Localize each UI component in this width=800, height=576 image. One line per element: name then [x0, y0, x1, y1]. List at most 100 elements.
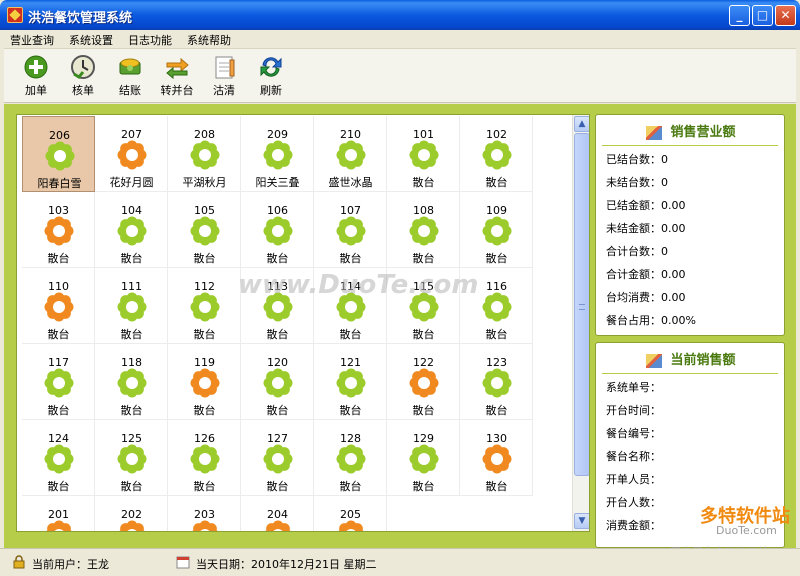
- dining-table-119[interactable]: 119 散台: [168, 344, 241, 420]
- row-label: 开台人数：: [606, 496, 661, 509]
- row-value: 0: [661, 176, 668, 189]
- close-button[interactable]: ✕: [775, 5, 796, 26]
- dining-table-122[interactable]: 122 散台: [387, 344, 460, 420]
- dining-table-121[interactable]: 121 散台: [314, 344, 387, 420]
- dining-table-107[interactable]: 107 散台: [314, 192, 387, 268]
- dining-table-103[interactable]: 103 散台: [22, 192, 95, 268]
- vertical-scrollbar[interactable]: ▲ ▼: [572, 115, 589, 531]
- transfer-table-button[interactable]: 转并台: [155, 52, 199, 100]
- dining-table-204[interactable]: 204: [241, 496, 314, 531]
- dining-table-127[interactable]: 127 散台: [241, 420, 314, 496]
- row-label: 消费金额：: [606, 519, 661, 532]
- add-order-button[interactable]: 加单: [14, 52, 58, 100]
- dining-table-111[interactable]: 111 散台: [95, 268, 168, 344]
- pencil-note-icon: [646, 125, 663, 140]
- dining-table-125[interactable]: 125 散台: [95, 420, 168, 496]
- dining-table-129[interactable]: 129 散台: [387, 420, 460, 496]
- dining-table-104[interactable]: 104 散台: [95, 192, 168, 268]
- table-status-flower-icon: [263, 216, 293, 246]
- dining-table-130[interactable]: 130 散台: [460, 420, 533, 496]
- dining-table-105[interactable]: 105 散台: [168, 192, 241, 268]
- sold-out-button[interactable]: 沽清: [202, 52, 246, 100]
- window-title: 洪浩餐饮管理系统: [28, 11, 133, 26]
- dining-table-101[interactable]: 101 散台: [387, 116, 460, 192]
- table-name: 散台: [412, 176, 435, 189]
- table-status-flower-icon: [263, 140, 293, 170]
- add-order-label: 加单: [25, 84, 47, 97]
- table-status-flower-icon: [190, 292, 220, 322]
- checkout-button[interactable]: 结账: [108, 52, 152, 100]
- dining-table-210[interactable]: 210 盛世冰晶: [314, 116, 387, 192]
- row-label: 未结金额：: [606, 222, 661, 235]
- row-label: 系统单号：: [606, 381, 661, 394]
- menu-business-query[interactable]: 营业查询: [10, 32, 54, 48]
- sales-summary-row: 餐台占用：0.00%: [606, 312, 696, 328]
- table-status-flower-icon: [336, 140, 366, 170]
- dining-table-202[interactable]: 202: [95, 496, 168, 531]
- dining-table-128[interactable]: 128 散台: [314, 420, 387, 496]
- dining-table-201[interactable]: 201: [22, 496, 95, 531]
- table-name: 散台: [120, 328, 143, 341]
- dining-table-118[interactable]: 118 散台: [95, 344, 168, 420]
- row-value: 0.00%: [661, 314, 696, 327]
- table-name: 散台: [266, 328, 289, 341]
- table-name: 散台: [339, 328, 362, 341]
- dining-table-208[interactable]: 208 平湖秋月: [168, 116, 241, 192]
- table-status-flower-icon: [117, 140, 147, 170]
- dining-table-124[interactable]: 124 散台: [22, 420, 95, 496]
- dining-table-209[interactable]: 209 阳关三叠: [241, 116, 314, 192]
- divider: [602, 145, 778, 146]
- dining-table-207[interactable]: 207 花好月圆: [95, 116, 168, 192]
- sales-summary-panel: 销售营业额 已结台数：0 未结台数：0 已结金额：0.00 未结金额：0.00 合计台数…: [595, 114, 785, 336]
- table-name: 散台: [47, 328, 70, 341]
- table-status-flower-icon: [409, 140, 439, 170]
- dining-table-126[interactable]: 126 散台: [168, 420, 241, 496]
- dining-table-205[interactable]: 205: [314, 496, 387, 531]
- check-order-button[interactable]: 核单: [61, 52, 105, 100]
- row-label: 已结金额：: [606, 199, 661, 212]
- dining-table-123[interactable]: 123 散台: [460, 344, 533, 420]
- table-name: 散台: [412, 404, 435, 417]
- menu-help[interactable]: 系统帮助: [187, 32, 231, 48]
- refresh-icon: [260, 57, 282, 77]
- refresh-button[interactable]: 刷新: [249, 52, 293, 100]
- dining-table-109[interactable]: 109 散台: [460, 192, 533, 268]
- dining-table-206[interactable]: 206 阳春白雪: [22, 116, 95, 192]
- table-name: 散台: [485, 404, 508, 417]
- dining-table-102[interactable]: 102 散台: [460, 116, 533, 192]
- pencil-note-icon: [646, 353, 663, 368]
- table-name: 散台: [412, 252, 435, 265]
- dining-table-106[interactable]: 106 散台: [241, 192, 314, 268]
- calendar-icon: [176, 556, 190, 569]
- toolbar: 加单 核单 结账 转并台 沽清 刷新: [4, 49, 796, 103]
- table-name: 散台: [339, 404, 362, 417]
- minimize-button[interactable]: _: [729, 5, 750, 26]
- table-name: 散台: [266, 480, 289, 493]
- dining-table-203[interactable]: 203: [168, 496, 241, 531]
- app-logo-icon: [7, 7, 23, 23]
- table-name: 散台: [193, 328, 216, 341]
- dining-table-117[interactable]: 117 散台: [22, 344, 95, 420]
- dining-table-108[interactable]: 108 散台: [387, 192, 460, 268]
- table-status-flower-icon: [119, 520, 145, 531]
- row-label: 开单人员：: [606, 473, 661, 486]
- row-label: 餐台名称：: [606, 450, 661, 463]
- dining-table-110[interactable]: 110 散台: [22, 268, 95, 344]
- menu-system-settings[interactable]: 系统设置: [69, 32, 113, 48]
- sales-summary-row: 合计金额：0.00: [606, 266, 686, 282]
- menu-log[interactable]: 日志功能: [128, 32, 172, 48]
- scroll-thumb[interactable]: [574, 133, 589, 476]
- dining-table-112[interactable]: 112 散台: [168, 268, 241, 344]
- maximize-button[interactable]: □: [752, 5, 773, 26]
- check-order-label: 核单: [72, 84, 94, 97]
- dining-table-120[interactable]: 120 散台: [241, 344, 314, 420]
- table-status-flower-icon: [192, 520, 218, 531]
- scroll-down-icon[interactable]: ▼: [574, 513, 589, 529]
- table-status-flower-icon: [336, 444, 366, 474]
- table-name: 散台: [412, 328, 435, 341]
- row-label: 开台时间：: [606, 404, 661, 417]
- table-name: 散台: [485, 328, 508, 341]
- table-status-flower-icon: [409, 368, 439, 398]
- table-status-flower-icon: [45, 141, 75, 171]
- scroll-up-icon[interactable]: ▲: [574, 116, 589, 132]
